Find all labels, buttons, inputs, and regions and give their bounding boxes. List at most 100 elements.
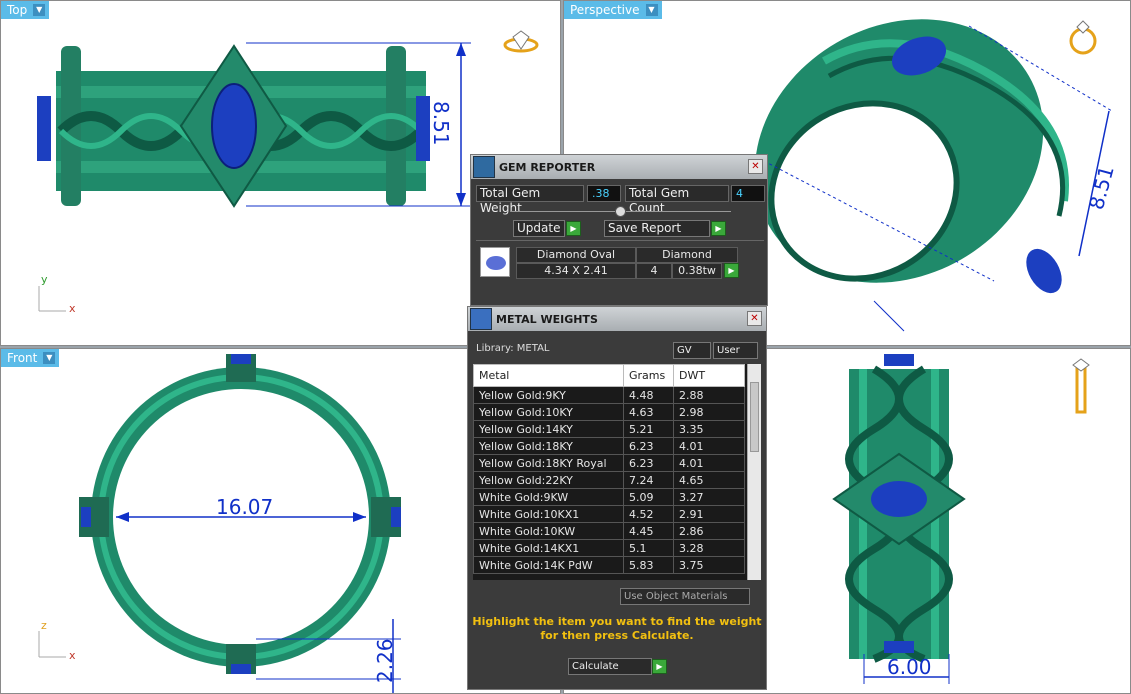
metal-weights-titlebar[interactable]: METAL WEIGHTS ✕ <box>468 307 766 331</box>
ring-icon <box>1072 358 1090 414</box>
library-label: Library: METAL <box>476 343 550 354</box>
gem-reporter-titlebar[interactable]: GEM REPORTER ✕ <box>471 155 767 179</box>
dwt-cell: 2.98 <box>673 403 745 421</box>
ring-icon <box>1069 20 1097 55</box>
gem-report-icon <box>473 156 495 178</box>
axis-y-label: y <box>41 273 48 286</box>
metal-table-body: Yellow Gold:9KY 4.48 2.88 Yellow Gold:10KY 4… <box>473 386 745 574</box>
dwt-cell: 3.35 <box>673 420 745 438</box>
metal-name-cell: Yellow Gold:22KY <box>473 471 624 489</box>
column-header-metal[interactable]: Metal <box>473 364 624 387</box>
gv-toggle[interactable]: GV <box>673 342 711 359</box>
panel-title: METAL WEIGHTS <box>496 312 598 326</box>
play-icon[interactable]: ▶ <box>652 659 667 674</box>
metal-name-cell: Yellow Gold:10KY <box>473 403 624 421</box>
grams-cell: 5.83 <box>623 556 674 574</box>
close-icon[interactable]: ✕ <box>747 311 762 326</box>
table-row[interactable]: Yellow Gold:18KY 6.23 4.01 <box>473 437 745 455</box>
viewport-label: Perspective <box>570 3 640 17</box>
calculate-hint: Highlight the item you want to find the … <box>472 615 762 642</box>
column-header-dwt[interactable]: DWT <box>673 364 745 387</box>
axis-x-label: x <box>69 302 76 315</box>
table-row[interactable]: Yellow Gold:14KY 5.21 3.35 <box>473 420 745 438</box>
dwt-cell: 2.91 <box>673 505 745 523</box>
viewport-tab-front[interactable]: Front ▼ <box>1 349 60 367</box>
metal-name-cell: Yellow Gold:9KY <box>473 386 624 404</box>
save-report-button[interactable]: Save Report <box>604 220 710 237</box>
chevron-down-icon[interactable]: ▼ <box>645 4 658 16</box>
table-row[interactable]: Yellow Gold:10KY 4.63 2.98 <box>473 403 745 421</box>
dwt-cell: 2.88 <box>673 386 745 404</box>
grams-cell: 4.63 <box>623 403 674 421</box>
panel-title: GEM REPORTER <box>499 160 596 174</box>
front-height-dimension: 2.26 <box>373 638 397 683</box>
table-row[interactable]: Yellow Gold:18KY Royal 6.23 4.01 <box>473 454 745 472</box>
dwt-cell: 3.28 <box>673 539 745 557</box>
grams-cell: 4.48 <box>623 386 674 404</box>
metal-name-cell: White Gold:9KW <box>473 488 624 506</box>
metal-flask-icon <box>470 308 492 330</box>
grams-cell: 6.23 <box>623 437 674 455</box>
table-row[interactable]: White Gold:10KW 4.45 2.86 <box>473 522 745 540</box>
metal-name-cell: Yellow Gold:18KY <box>473 437 624 455</box>
column-header-grams[interactable]: Grams <box>623 364 674 387</box>
dwt-cell: 4.65 <box>673 471 745 489</box>
play-icon[interactable]: ▶ <box>724 263 739 278</box>
table-scrollbar[interactable] <box>747 364 761 580</box>
table-row[interactable]: White Gold:10KX1 4.52 2.91 <box>473 505 745 523</box>
user-toggle[interactable]: User <box>713 342 758 359</box>
grams-cell: 4.52 <box>623 505 674 523</box>
close-icon[interactable]: ✕ <box>748 159 763 174</box>
table-row[interactable]: White Gold:14KX1 5.1 3.28 <box>473 539 745 557</box>
grams-cell: 5.09 <box>623 488 674 506</box>
update-button[interactable]: Update <box>513 220 565 237</box>
gem-size-cell: 4.34 X 2.41 <box>516 263 636 279</box>
gem-material-cell: Diamond <box>636 247 738 263</box>
viewport-tab-perspective[interactable]: Perspective ▼ <box>564 1 662 19</box>
play-icon[interactable]: ▶ <box>566 221 581 236</box>
use-object-materials-toggle[interactable]: Use Object Materials <box>620 588 750 605</box>
chevron-down-icon[interactable]: ▼ <box>33 4 46 16</box>
table-row[interactable]: White Gold:9KW 5.09 3.27 <box>473 488 745 506</box>
dwt-cell: 2.86 <box>673 522 745 540</box>
total-gem-weight-value: .38 <box>587 185 621 202</box>
table-row[interactable]: Yellow Gold:9KY 4.48 2.88 <box>473 386 745 404</box>
viewport-label: Front <box>7 351 38 365</box>
gem-reporter-panel[interactable]: GEM REPORTER ✕ Total Gem Weight .38 Tota… <box>470 154 768 306</box>
gem-row[interactable]: Diamond Oval 4.34 X 2.41 Diamond 4 0.38t… <box>476 240 764 280</box>
metal-name-cell: Yellow Gold:14KY <box>473 420 624 438</box>
viewport-label: Top <box>7 3 28 17</box>
metal-name-cell: Yellow Gold:18KY Royal <box>473 454 624 472</box>
total-gem-weight-label: Total Gem Weight <box>476 185 584 215</box>
table-row[interactable]: Yellow Gold:22KY 7.24 4.65 <box>473 471 745 489</box>
ring-icon <box>503 30 539 53</box>
play-icon[interactable]: ▶ <box>711 221 726 236</box>
table-header-row: Metal Grams DWT <box>473 364 745 387</box>
metal-name-cell: White Gold:14KX1 <box>473 539 624 557</box>
axis-z-label: z <box>41 619 47 632</box>
total-gem-count-value: 4 <box>731 185 765 202</box>
table-row[interactable]: White Gold:14K PdW 5.83 3.75 <box>473 556 745 574</box>
slider-handle[interactable] <box>615 206 626 217</box>
grams-cell: 7.24 <box>623 471 674 489</box>
axis-x-label: x <box>69 649 76 662</box>
grams-cell: 5.21 <box>623 420 674 438</box>
grams-cell: 5.1 <box>623 539 674 557</box>
chevron-down-icon[interactable]: ▼ <box>43 352 56 364</box>
dwt-cell: 3.75 <box>673 556 745 574</box>
top-dimension: 8.51 <box>429 101 453 146</box>
metal-table: Metal Grams DWT Yellow Gold:9KY 4.48 2.88 Y… <box>473 364 745 574</box>
dwt-cell: 4.01 <box>673 454 745 472</box>
metal-table-wrap[interactable]: Metal Grams DWT Yellow Gold:9KY 4.48 2.88 Y… <box>473 364 761 580</box>
grams-cell: 4.45 <box>623 522 674 540</box>
metal-name-cell: White Gold:10KX1 <box>473 505 624 523</box>
calculate-button[interactable]: Calculate <box>568 658 652 675</box>
dwt-cell: 3.27 <box>673 488 745 506</box>
viewport-tab-top[interactable]: Top ▼ <box>1 1 50 19</box>
right-width-dimension: 6.00 <box>887 655 932 679</box>
dwt-cell: 4.01 <box>673 437 745 455</box>
front-width-dimension: 16.07 <box>216 495 274 519</box>
scroll-thumb[interactable] <box>750 382 759 452</box>
metal-name-cell: White Gold:14K PdW <box>473 556 624 574</box>
gem-count-cell: 4 <box>636 263 672 279</box>
